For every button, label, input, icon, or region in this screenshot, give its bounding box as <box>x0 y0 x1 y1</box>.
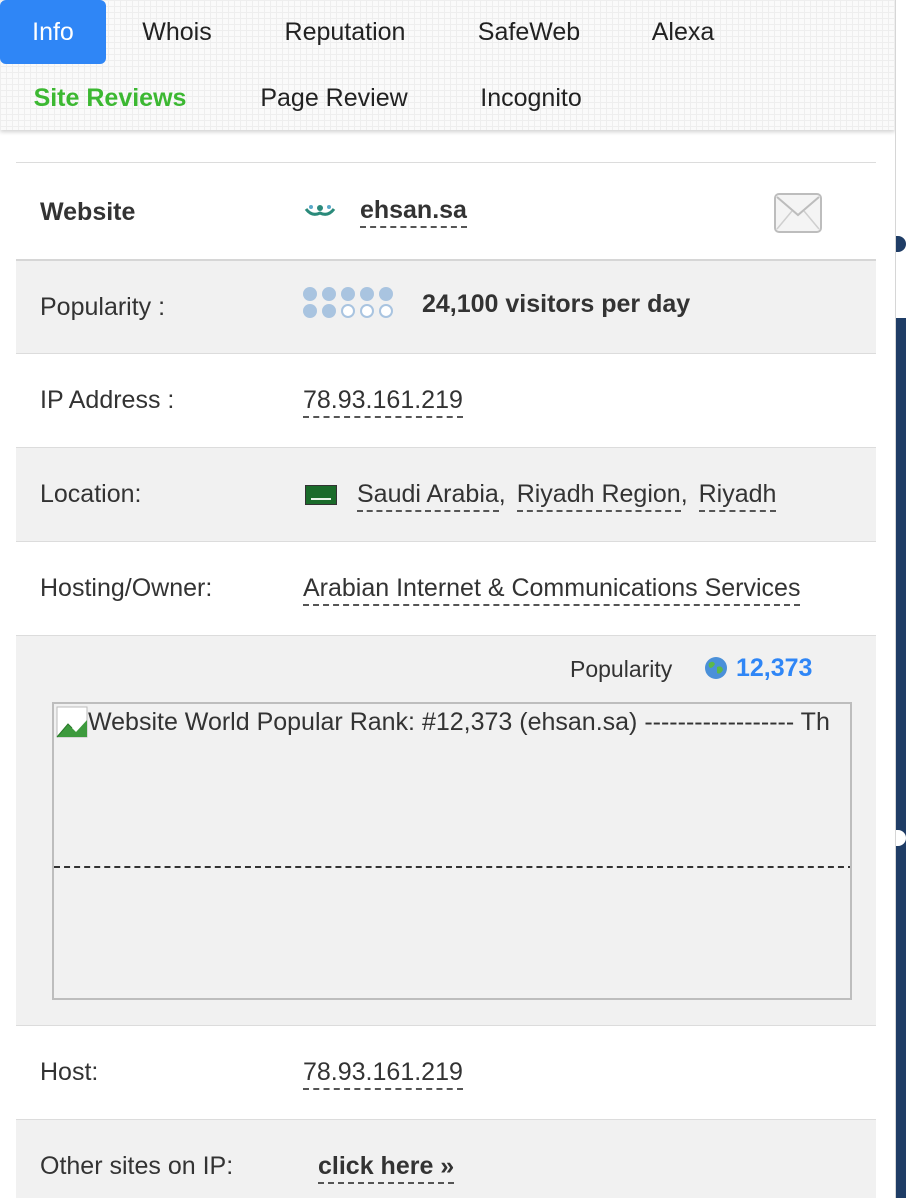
background-page-edge <box>896 0 906 1198</box>
click-here-link[interactable]: click here » <box>318 1152 455 1184</box>
popularity-dot <box>341 287 355 301</box>
chart-alt-text: Website World Popular Rank: #12,373 (ehs… <box>88 708 830 736</box>
popularity-dot <box>379 287 393 301</box>
other-sites-label: Other sites on IP: <box>40 1152 234 1180</box>
tab-safeweb[interactable]: SafeWeb <box>462 0 596 64</box>
popularity-dot <box>303 287 317 301</box>
visitors-text: 24,100 visitors per day <box>421 289 691 318</box>
ip-link[interactable]: 78.93.161.219 <box>303 386 463 418</box>
hosting-link[interactable]: Arabian Internet & Communications Servic… <box>303 574 801 606</box>
location-value: Saudi Arabia, Riyadh Region, Riyadh <box>303 480 777 512</box>
tab-info[interactable]: Info <box>0 0 106 64</box>
globe-icon <box>705 657 727 679</box>
rank-value[interactable]: 12,373 <box>736 654 812 683</box>
rank-chart-image: Website World Popular Rank: #12,373 (ehs… <box>52 702 852 1000</box>
saudi-flag-icon <box>305 485 337 506</box>
ip-value: 78.93.161.219 <box>303 386 463 418</box>
info-table: Website ehsan.sa Popularity : 24,100 vis… <box>16 162 876 1198</box>
city-link[interactable]: Riyadh <box>698 480 777 512</box>
popularity-dot <box>322 287 336 301</box>
row-ip-address: IP Address : 78.93.161.219 <box>16 353 876 447</box>
host-value: 78.93.161.219 <box>303 1058 463 1090</box>
tab-page-review[interactable]: Page Review <box>244 66 424 130</box>
popularity-dot <box>322 304 336 318</box>
popularity-dot <box>303 304 317 318</box>
hosting-label: Hosting/Owner: <box>40 574 213 602</box>
location-label: Location: <box>40 480 142 508</box>
row-location: Location: Saudi Arabia, Riyadh Region, R… <box>16 447 876 541</box>
popularity-dots-icon <box>303 287 399 321</box>
tab-alexa[interactable]: Alexa <box>636 0 730 64</box>
website-value: ehsan.sa <box>303 196 467 228</box>
location-separator: , <box>680 480 688 508</box>
host-link[interactable]: 78.93.161.219 <box>303 1058 463 1090</box>
popularity-dot <box>360 287 374 301</box>
hosting-value: Arabian Internet & Communications Servic… <box>303 574 801 606</box>
chart-dashed-line <box>54 866 850 868</box>
tab-bar: Info Whois Reputation SafeWeb Alexa Site… <box>0 0 895 130</box>
background-glyph <box>896 236 906 252</box>
domain-link[interactable]: ehsan.sa <box>359 196 467 228</box>
country-link[interactable]: Saudi Arabia <box>357 480 499 512</box>
popularity-dot <box>360 304 374 318</box>
row-other-sites: Other sites on IP: click here » <box>16 1119 876 1198</box>
info-popup-panel: Info Whois Reputation SafeWeb Alexa Site… <box>0 0 896 1198</box>
popularity-value: 24,100 visitors per day <box>303 287 690 321</box>
tab-incognito[interactable]: Incognito <box>466 66 596 130</box>
tab-reputation[interactable]: Reputation <box>270 0 420 64</box>
location-separator: , <box>498 480 506 508</box>
ip-label: IP Address : <box>40 386 175 414</box>
broken-image-icon <box>56 706 88 738</box>
envelope-icon[interactable] <box>774 193 822 233</box>
tab-site-reviews[interactable]: Site Reviews <box>18 66 202 130</box>
host-label: Host: <box>40 1058 99 1086</box>
other-sites-value: click here » <box>318 1152 455 1184</box>
popularity-dot <box>379 304 393 318</box>
row-popularity: Popularity : 24,100 visitors per day <box>16 259 876 353</box>
tab-whois[interactable]: Whois <box>128 0 226 64</box>
region-link[interactable]: Riyadh Region <box>516 480 681 512</box>
background-dark-panel <box>896 318 906 1198</box>
row-website: Website ehsan.sa <box>16 162 876 259</box>
rank-label: Popularity <box>570 656 673 682</box>
website-label: Website <box>40 198 136 226</box>
row-hosting-owner: Hosting/Owner: Arabian Internet & Commun… <box>16 541 876 635</box>
row-popularity-rank: Popularity 12,373 Website World Popular … <box>16 635 876 1025</box>
site-logo-icon <box>304 205 336 217</box>
popularity-label: Popularity : <box>40 293 166 321</box>
row-host: Host: 78.93.161.219 <box>16 1025 876 1119</box>
popularity-dot <box>341 304 355 318</box>
